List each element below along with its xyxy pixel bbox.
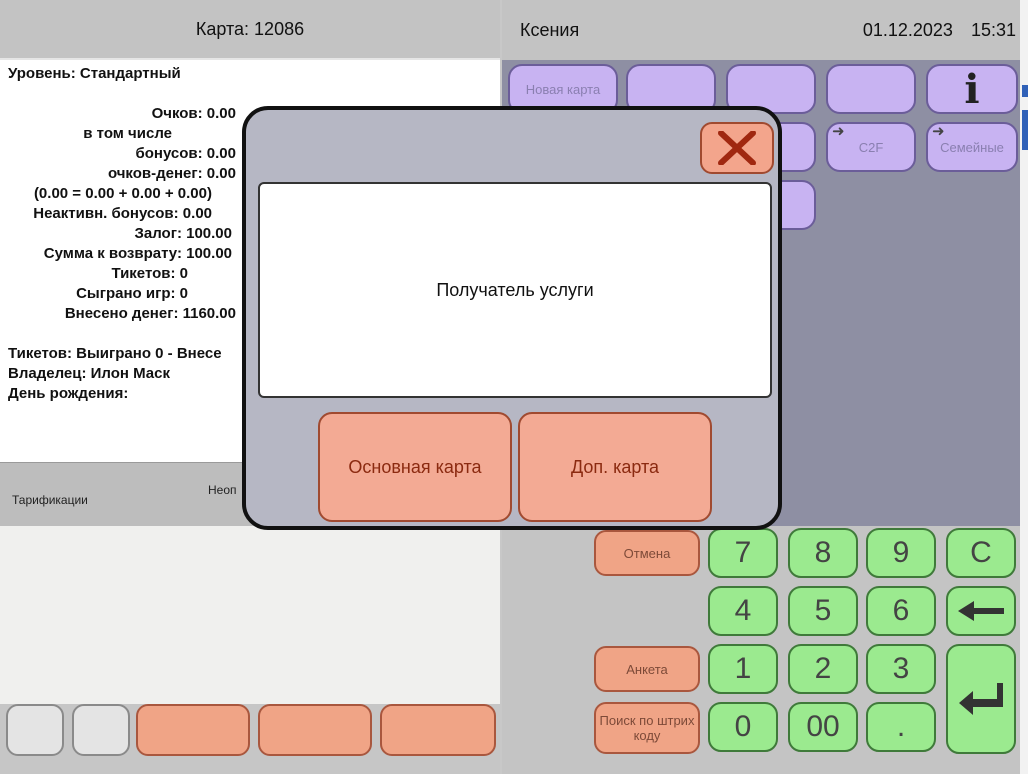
- backspace-key[interactable]: [946, 586, 1016, 636]
- info-icon: i: [964, 65, 980, 113]
- key-2[interactable]: 2: [788, 644, 858, 694]
- info-row: бонусов: 0.00: [135, 145, 236, 162]
- card-balance-list: Очков: 0.00 в том числе бонусов: 0.00 оч…: [0, 104, 236, 324]
- card-owner-info: Тикетов: Выиграно 0 - Внесе Владелец: Ил…: [8, 344, 222, 404]
- header-status: Ксения 01.12.2023 15:31: [502, 0, 1020, 60]
- current-time: 15:31: [970, 19, 1016, 40]
- toolbar-button-3[interactable]: [136, 704, 250, 756]
- close-button[interactable]: [700, 122, 774, 174]
- info-row: Сумма к возврату: 100.00: [43, 245, 232, 262]
- close-icon: [718, 131, 756, 165]
- family-button[interactable]: ➜ Семейные: [926, 122, 1018, 172]
- card-number: Карта: 12086: [195, 18, 305, 39]
- key-9[interactable]: 9: [866, 528, 936, 578]
- extra-card-button[interactable]: Доп. карта: [518, 412, 712, 522]
- service-recipient-dialog: Получатель услуги Основная карта Доп. ка…: [242, 106, 782, 530]
- arrow-right-icon: ➜: [832, 123, 845, 140]
- tariff-tab[interactable]: Тарификации: [12, 493, 88, 507]
- key-8[interactable]: 8: [788, 528, 858, 578]
- info-button[interactable]: i: [926, 64, 1018, 114]
- key-decimal[interactable]: .: [866, 702, 936, 752]
- tariff-tab-partial[interactable]: Неоп: [208, 483, 237, 497]
- info-row: Тикетов: 0: [111, 265, 188, 282]
- key-0[interactable]: 0: [708, 702, 778, 752]
- info-row: Очков: 0.00: [151, 105, 236, 122]
- owner-line: Владелец: Илон Маск: [8, 365, 170, 382]
- key-3[interactable]: 3: [866, 644, 936, 694]
- backspace-arrow-icon: [958, 601, 1004, 621]
- enter-key[interactable]: [946, 644, 1016, 754]
- info-row: в том числе: [83, 125, 172, 142]
- form-button[interactable]: Анкета: [594, 646, 700, 692]
- cancel-button[interactable]: Отмена: [594, 530, 700, 576]
- key-5[interactable]: 5: [788, 586, 858, 636]
- info-row: очков-денег: 0.00: [107, 165, 236, 182]
- background-window-fragment: [1022, 85, 1028, 97]
- tickets-line: Тикетов: Выиграно 0 - Внесе: [8, 345, 222, 362]
- dialog-message: Получатель услуги: [258, 182, 772, 398]
- key-00[interactable]: 00: [788, 702, 858, 752]
- operator-name: Ксения: [520, 19, 580, 40]
- main-card-button[interactable]: Основная карта: [318, 412, 512, 522]
- header-card: Карта: 12086: [0, 0, 500, 60]
- key-1[interactable]: 1: [708, 644, 778, 694]
- birthday-line: День рождения:: [8, 385, 129, 402]
- action-button[interactable]: [826, 64, 916, 114]
- toolbar-button-1[interactable]: [6, 704, 64, 756]
- arrow-right-icon: ➜: [932, 123, 945, 140]
- info-row: Сыграно игр: 0: [76, 285, 188, 302]
- background-window-fragment: [1022, 110, 1028, 150]
- key-4[interactable]: 4: [708, 586, 778, 636]
- key-clear[interactable]: C: [946, 528, 1016, 578]
- info-row: (0.00 = 0.00 + 0.00 + 0.00): [33, 185, 212, 202]
- info-row: Неактивн. бонусов: 0.00: [33, 205, 212, 222]
- card-level: Уровень: Стандартный: [8, 65, 181, 82]
- toolbar-button-4[interactable]: [258, 704, 372, 756]
- key-7[interactable]: 7: [708, 528, 778, 578]
- enter-icon: [959, 683, 1003, 715]
- transactions-area: [0, 526, 500, 704]
- toolbar-button-2[interactable]: [72, 704, 130, 756]
- info-row: Залог: 100.00: [134, 225, 232, 242]
- barcode-search-button[interactable]: Поиск по штрих коду: [594, 702, 700, 754]
- key-6[interactable]: 6: [866, 586, 936, 636]
- toolbar-button-5[interactable]: [380, 704, 496, 756]
- c2f-button[interactable]: ➜ C2F: [826, 122, 916, 172]
- info-row: Внесено денег: 1160.00: [64, 305, 236, 322]
- current-date: 01.12.2023: [862, 19, 953, 40]
